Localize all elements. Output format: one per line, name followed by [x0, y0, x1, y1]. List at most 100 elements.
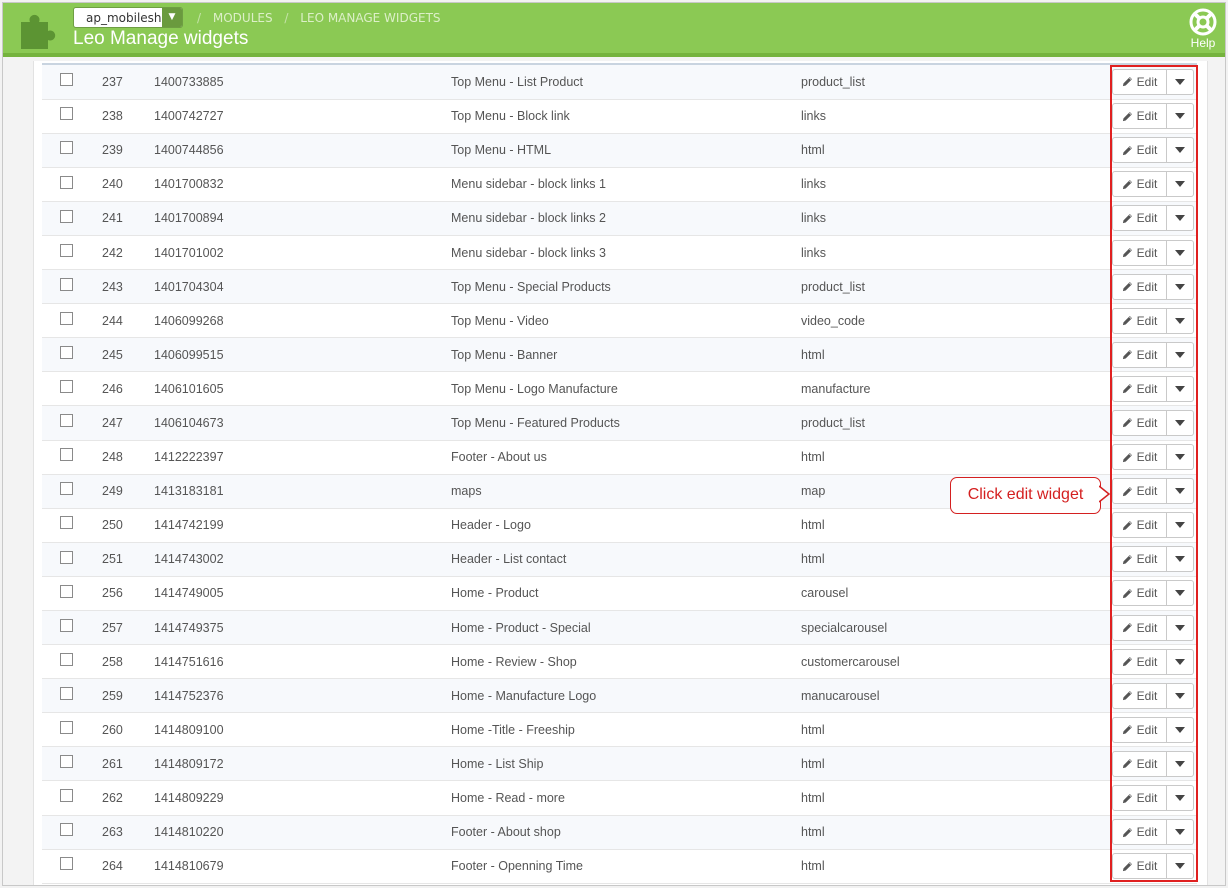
row-checkbox[interactable]: [60, 448, 73, 462]
row-checkbox[interactable]: [60, 414, 73, 428]
widget-type: html: [801, 542, 1107, 577]
help-button[interactable]: Help: [1187, 8, 1219, 50]
actions-dropdown-button[interactable]: [1167, 103, 1194, 130]
callout-label: Click edit widget: [950, 477, 1101, 514]
edit-button[interactable]: Edit: [1112, 205, 1167, 232]
row-checkbox[interactable]: [60, 107, 73, 121]
actions-dropdown-button[interactable]: [1167, 444, 1194, 471]
row-select-cell: [42, 610, 102, 646]
actions-dropdown-button[interactable]: [1167, 205, 1194, 232]
table-row: 257 1414749375 Home - Product - Special …: [42, 610, 1197, 646]
table-row: 263 1414810220 Footer - About shop html …: [42, 815, 1197, 850]
row-checkbox[interactable]: [60, 311, 73, 325]
breadcrumb-item-leo-manage-widgets[interactable]: LEO MANAGE WIDGETS: [300, 11, 440, 25]
edit-button[interactable]: Edit: [1112, 444, 1167, 471]
edit-button[interactable]: Edit: [1112, 307, 1167, 334]
widget-type: video_code: [801, 303, 1107, 339]
actions-dropdown-button[interactable]: [1167, 648, 1194, 675]
row-checkbox[interactable]: [60, 789, 73, 803]
widget-key: 1414809100: [154, 712, 451, 748]
edit-button[interactable]: Edit: [1112, 546, 1167, 573]
widget-id: 259: [102, 678, 154, 714]
breadcrumb-separator: /: [284, 11, 289, 25]
edit-button[interactable]: Edit: [1112, 273, 1167, 300]
row-checkbox[interactable]: [60, 823, 73, 837]
edit-button[interactable]: Edit: [1112, 785, 1167, 812]
widget-name: Menu sidebar - block links 1: [451, 167, 801, 202]
row-checkbox[interactable]: [60, 482, 73, 496]
actions-dropdown-button[interactable]: [1167, 341, 1194, 368]
shop-select[interactable]: ap_mobileshop ▼: [73, 7, 183, 28]
actions-dropdown-button[interactable]: [1167, 512, 1194, 539]
actions-dropdown-button[interactable]: [1167, 580, 1194, 607]
row-checkbox[interactable]: [60, 550, 73, 564]
edit-button[interactable]: Edit: [1112, 409, 1167, 436]
edit-label: Edit: [1136, 381, 1158, 396]
pencil-icon: [1122, 793, 1132, 803]
actions-dropdown-button[interactable]: [1167, 239, 1194, 266]
actions-dropdown-button[interactable]: [1167, 682, 1194, 709]
actions-dropdown-button[interactable]: [1167, 750, 1194, 777]
actions-dropdown-button[interactable]: [1167, 273, 1194, 300]
lifebuoy-icon: [1189, 8, 1217, 36]
actions-dropdown-button[interactable]: [1167, 785, 1194, 812]
widget-type: specialcarousel: [801, 610, 1107, 646]
edit-button[interactable]: Edit: [1112, 648, 1167, 675]
caret-down-icon: [1175, 385, 1185, 392]
action-button-group: Edit: [1112, 444, 1194, 471]
row-checkbox[interactable]: [60, 141, 73, 155]
edit-button[interactable]: Edit: [1112, 512, 1167, 539]
row-actions: Edit: [1107, 712, 1197, 748]
row-checkbox[interactable]: [60, 686, 73, 700]
edit-button[interactable]: Edit: [1112, 580, 1167, 607]
row-checkbox[interactable]: [60, 175, 73, 189]
edit-button[interactable]: Edit: [1112, 341, 1167, 368]
row-checkbox[interactable]: [60, 584, 73, 598]
row-checkbox[interactable]: [60, 73, 73, 86]
row-select-cell: [42, 576, 102, 612]
row-checkbox[interactable]: [60, 652, 73, 666]
actions-dropdown-button[interactable]: [1167, 716, 1194, 743]
actions-dropdown-button[interactable]: [1167, 614, 1194, 641]
edit-button[interactable]: Edit: [1112, 478, 1167, 505]
row-checkbox[interactable]: [60, 618, 73, 632]
row-checkbox[interactable]: [60, 243, 73, 257]
row-actions: Edit: [1107, 780, 1197, 816]
row-checkbox[interactable]: [60, 346, 73, 359]
row-checkbox[interactable]: [60, 516, 73, 530]
edit-button[interactable]: Edit: [1112, 750, 1167, 777]
row-checkbox[interactable]: [60, 857, 73, 871]
edit-button[interactable]: Edit: [1112, 103, 1167, 130]
actions-dropdown-button[interactable]: [1167, 853, 1194, 880]
actions-dropdown-button[interactable]: [1167, 546, 1194, 573]
widget-type: carousel: [801, 576, 1107, 612]
row-checkbox[interactable]: [60, 380, 73, 394]
edit-button[interactable]: Edit: [1112, 614, 1167, 641]
edit-button[interactable]: Edit: [1112, 716, 1167, 743]
row-select-cell: [42, 508, 102, 543]
row-actions: Edit: [1107, 542, 1197, 577]
row-checkbox[interactable]: [60, 721, 73, 735]
actions-dropdown-button[interactable]: [1167, 478, 1194, 505]
edit-button[interactable]: Edit: [1112, 171, 1167, 198]
row-checkbox[interactable]: [60, 277, 73, 291]
actions-dropdown-button[interactable]: [1167, 409, 1194, 436]
actions-dropdown-button[interactable]: [1167, 171, 1194, 198]
edit-button[interactable]: Edit: [1112, 819, 1167, 846]
actions-dropdown-button[interactable]: [1167, 307, 1194, 334]
caret-down-icon: [1175, 317, 1185, 324]
row-checkbox[interactable]: [60, 209, 73, 223]
edit-button[interactable]: Edit: [1112, 68, 1167, 95]
actions-dropdown-button[interactable]: [1167, 375, 1194, 402]
edit-button[interactable]: Edit: [1112, 375, 1167, 402]
breadcrumb-item-modules[interactable]: MODULES: [213, 11, 273, 25]
edit-button[interactable]: Edit: [1112, 137, 1167, 164]
actions-dropdown-button[interactable]: [1167, 68, 1194, 95]
edit-button[interactable]: Edit: [1112, 239, 1167, 266]
actions-dropdown-button[interactable]: [1167, 819, 1194, 846]
row-checkbox[interactable]: [60, 755, 73, 769]
actions-dropdown-button[interactable]: [1167, 137, 1194, 164]
edit-button[interactable]: Edit: [1112, 682, 1167, 709]
edit-label: Edit: [1136, 347, 1158, 362]
edit-button[interactable]: Edit: [1112, 853, 1167, 880]
